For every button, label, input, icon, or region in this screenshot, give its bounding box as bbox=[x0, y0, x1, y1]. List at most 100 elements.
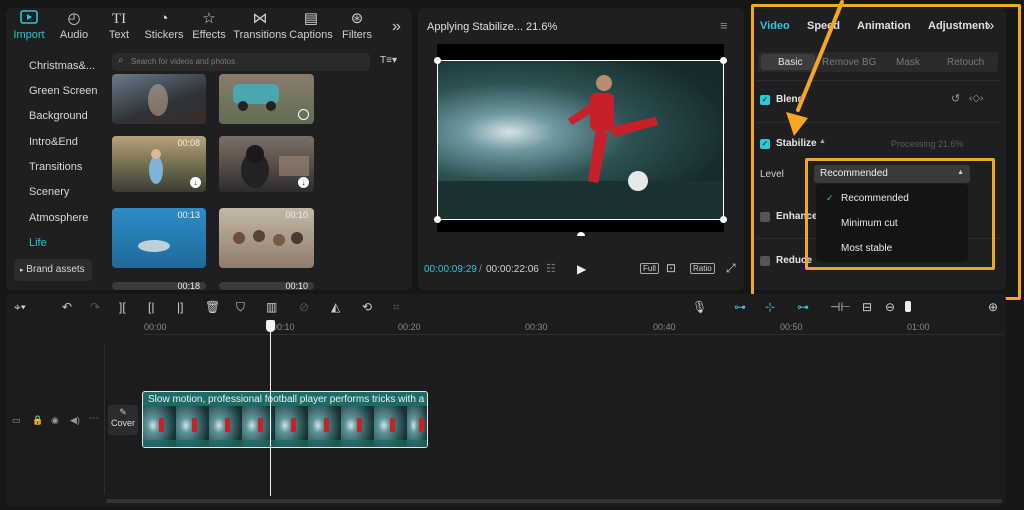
select-tool-icon[interactable]: ⌖▾ bbox=[14, 300, 26, 315]
category-scenery[interactable]: Scenery bbox=[29, 186, 69, 198]
tool-audio-label: Audio bbox=[59, 29, 89, 41]
player-menu-icon[interactable]: ≡ bbox=[720, 18, 728, 33]
ruler-label: 01:00 bbox=[907, 322, 930, 332]
tool-transitions[interactable]: ⋈ Transitions bbox=[231, 10, 289, 41]
processing-status: Processing 21.6% bbox=[891, 139, 964, 149]
shield-icon[interactable]: ⛉ bbox=[236, 300, 245, 315]
crop-handle-bottom-right[interactable] bbox=[720, 216, 727, 223]
download-icon[interactable]: ↓ bbox=[190, 177, 201, 188]
visibility-icon[interactable]: ◉ bbox=[51, 415, 59, 426]
level-label: Level bbox=[760, 169, 784, 180]
media-thumb-6[interactable]: 00:10 bbox=[219, 208, 314, 268]
tool-captions[interactable]: ▤ Captions bbox=[287, 10, 335, 41]
clip-title: Slow motion, professional football playe… bbox=[148, 394, 428, 405]
tool-text[interactable]: TI Text bbox=[96, 10, 142, 41]
duration-label: 00:08 bbox=[177, 138, 200, 148]
keyframe-icon[interactable]: ‹◇› bbox=[969, 93, 983, 104]
effects-icon: ☆ bbox=[202, 10, 216, 27]
category-atmosphere[interactable]: Atmosphere bbox=[29, 212, 88, 224]
timeline-scrollbar[interactable] bbox=[106, 499, 1002, 503]
rotate-handle[interactable] bbox=[577, 232, 585, 236]
category-transitions[interactable]: Transitions bbox=[29, 161, 82, 173]
category-green-screen[interactable]: Green Screen bbox=[29, 85, 97, 97]
media-thumb-3[interactable]: 00:08 ↓ bbox=[112, 136, 206, 192]
undo-icon[interactable]: ↶ bbox=[62, 300, 72, 314]
media-panel bbox=[6, 8, 412, 290]
media-thumb-5[interactable]: 00:13 bbox=[112, 208, 206, 268]
duration-label: 00:13 bbox=[177, 210, 200, 220]
ratio-button[interactable]: Ratio bbox=[690, 263, 715, 274]
category-christmas[interactable]: Christmas&... bbox=[29, 60, 95, 72]
rotate-icon[interactable]: ⟲ bbox=[362, 300, 372, 314]
duration-label: 00:10 bbox=[285, 210, 308, 220]
fullscreen-icon[interactable]: ⤢ bbox=[726, 261, 736, 276]
fit-screen-icon[interactable]: ⊡ bbox=[666, 261, 676, 275]
media-thumb-4[interactable]: ↓ bbox=[219, 136, 314, 192]
tab-adjustment[interactable]: Adjustment bbox=[928, 20, 989, 32]
timeline-grid-icon[interactable]: ☷ bbox=[546, 262, 556, 275]
player-title: Applying Stabilize... 21.6% bbox=[427, 21, 558, 33]
tool-effects[interactable]: ☆ Effects bbox=[186, 10, 232, 41]
split-left-icon[interactable]: [| bbox=[148, 300, 154, 314]
linkage-icon[interactable]: ⊶ bbox=[797, 300, 809, 314]
freeze-icon[interactable]: ▥ bbox=[266, 300, 277, 314]
track-type-icon: ▭ bbox=[12, 415, 21, 425]
more-options-icon[interactable]: ⋯ bbox=[89, 413, 99, 424]
media-thumb-1[interactable] bbox=[112, 74, 206, 124]
video-frame[interactable] bbox=[437, 60, 724, 220]
tool-filters[interactable]: ⊛ Filters bbox=[334, 10, 380, 41]
crop-icon[interactable]: ⌗ bbox=[393, 300, 400, 315]
zoom-in-icon[interactable]: ⊕ bbox=[988, 300, 998, 314]
split-icon[interactable]: ][ bbox=[119, 300, 126, 314]
download-icon[interactable]: ↓ bbox=[298, 177, 309, 188]
full-button[interactable]: Full bbox=[640, 263, 659, 274]
category-background[interactable]: Background bbox=[29, 110, 88, 122]
tool-stickers[interactable]: ◔ Stickers bbox=[141, 10, 187, 41]
stickers-icon: ◔ bbox=[159, 10, 169, 27]
category-life[interactable]: Life bbox=[29, 237, 47, 249]
filter-sort-icon[interactable]: T≡▾ bbox=[380, 55, 397, 66]
stabilize-checkbox[interactable]: ✓ bbox=[760, 139, 770, 149]
mirror-icon[interactable]: ◭ bbox=[331, 300, 340, 314]
brand-assets-button[interactable]: ▸ Brand assets bbox=[14, 259, 92, 281]
auto-snap-icon[interactable]: ⊹ bbox=[765, 300, 775, 314]
crop-handle-top-left[interactable] bbox=[434, 57, 441, 64]
playhead-handle[interactable] bbox=[266, 320, 275, 332]
media-thumb-8[interactable]: 00:10 bbox=[219, 282, 314, 290]
category-intro-end[interactable]: Intro&End bbox=[29, 136, 78, 148]
search-input[interactable]: ⌕ Search for videos and photos bbox=[112, 53, 370, 71]
tabs-more-icon[interactable]: » bbox=[986, 17, 994, 34]
crop-handle-top-right[interactable] bbox=[720, 57, 727, 64]
subtab-mask[interactable]: Mask bbox=[896, 57, 920, 68]
brand-assets-label: Brand assets bbox=[26, 264, 85, 275]
main-track-magnet-icon[interactable]: ⊶ bbox=[734, 300, 746, 314]
blend-checkbox[interactable]: ✓ bbox=[760, 95, 770, 105]
tool-filters-label: Filters bbox=[342, 29, 372, 41]
split-right-icon[interactable]: |] bbox=[177, 300, 183, 314]
playhead-line[interactable] bbox=[270, 328, 271, 496]
media-thumb-2[interactable] bbox=[219, 74, 314, 124]
reverse-icon[interactable]: ⊘ bbox=[299, 300, 309, 314]
media-thumb-7[interactable]: 00:18 bbox=[112, 282, 206, 290]
subtab-retouch[interactable]: Retouch bbox=[947, 57, 984, 68]
tab-animation[interactable]: Animation bbox=[857, 20, 911, 32]
reduce-checkbox[interactable] bbox=[760, 256, 770, 266]
zoom-out-icon[interactable]: ⊖ bbox=[885, 300, 895, 314]
redo-icon[interactable]: ↷ bbox=[90, 300, 100, 314]
preview-axis-icon[interactable]: ⊣⊢ bbox=[830, 300, 851, 314]
subtitle-icon[interactable]: ⊟ bbox=[862, 300, 872, 314]
cover-button[interactable]: ✎ Cover bbox=[108, 405, 138, 435]
enhance-checkbox[interactable] bbox=[760, 212, 770, 222]
microphone-icon[interactable]: 🎙 bbox=[692, 300, 707, 314]
reset-icon[interactable]: ↺ bbox=[951, 92, 960, 105]
lock-icon[interactable]: 🔒 bbox=[32, 415, 43, 426]
toolbar-more-icon[interactable]: » bbox=[392, 18, 401, 36]
crop-handle-bottom-left[interactable] bbox=[434, 216, 441, 223]
video-clip[interactable]: Slow motion, professional football playe… bbox=[142, 391, 428, 448]
delete-icon[interactable]: 🗑 bbox=[205, 300, 220, 314]
zoom-slider-handle[interactable] bbox=[905, 301, 911, 312]
audio-mute-icon[interactable]: ◀) bbox=[70, 415, 80, 426]
tool-audio[interactable]: ◴ Audio bbox=[51, 10, 97, 41]
tool-import[interactable]: Import bbox=[6, 10, 52, 41]
play-icon[interactable]: ▶ bbox=[577, 262, 586, 276]
